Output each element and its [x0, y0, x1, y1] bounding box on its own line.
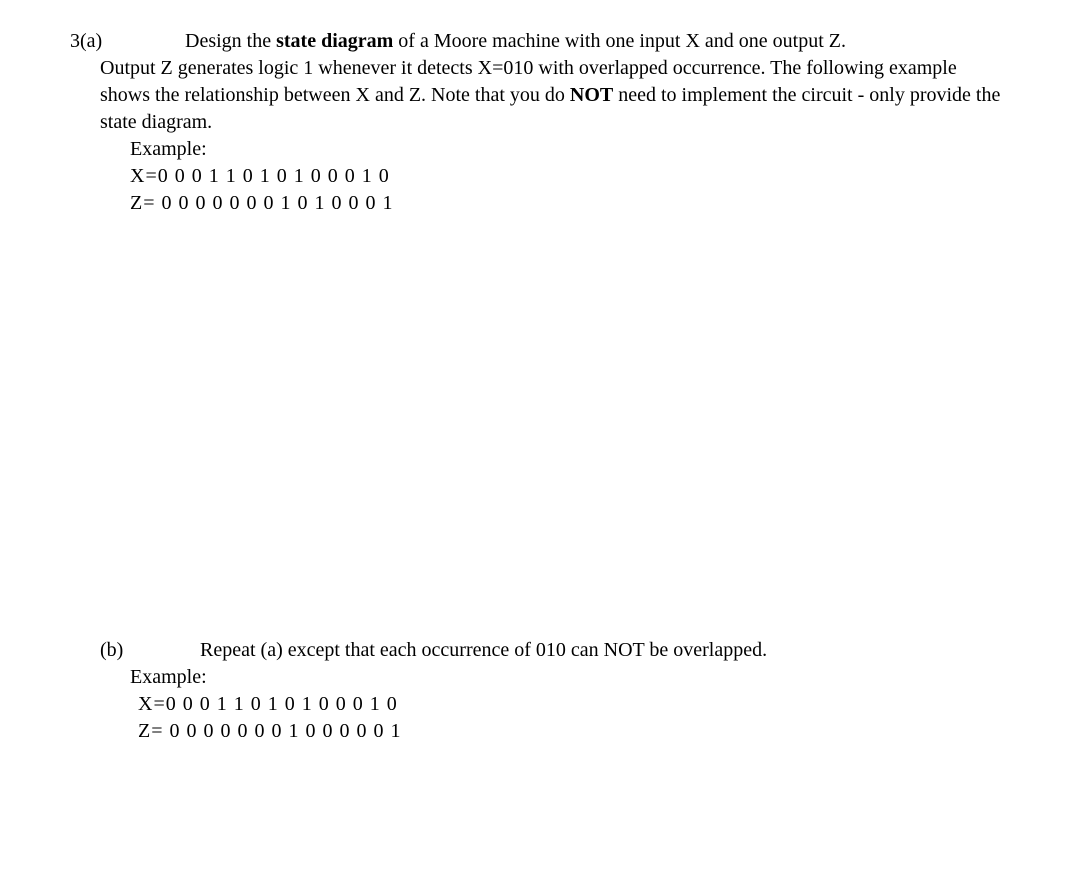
part-a-line1: 3(a)Design the state diagram of a Moore … [70, 28, 1007, 55]
part-a-label: 3(a) [70, 28, 185, 55]
part-a-body-bold: NOT [570, 84, 613, 106]
part-b-line1: (b)Repeat (a) except that each occurrenc… [100, 637, 1007, 664]
part-a-z-sequence: Z= 0 0 0 0 0 0 0 1 0 1 0 0 0 1 [130, 190, 1007, 217]
part-a-body: Output Z generates logic 1 whenever it d… [100, 55, 1007, 136]
part-a-line1-bold: state diagram [276, 30, 393, 52]
part-a-x-sequence: X=0 0 0 1 1 0 1 0 1 0 0 0 1 0 [130, 163, 1007, 190]
part-b-label: (b) [100, 637, 200, 664]
part-a-line1-pre: Design the [185, 30, 276, 52]
part-b-example-label: Example: [130, 664, 1007, 691]
part-b-z-sequence: Z= 0 0 0 0 0 0 0 1 0 0 0 0 0 1 [138, 718, 1007, 745]
part-a-example-label: Example: [130, 136, 1007, 163]
part-b-line1-text: Repeat (a) except that each occurrence o… [200, 639, 767, 661]
page: 3(a)Design the state diagram of a Moore … [0, 0, 1067, 745]
part-b: (b)Repeat (a) except that each occurrenc… [100, 637, 1007, 745]
part-a-line1-post: of a Moore machine with one input X and … [393, 30, 846, 52]
part-b-x-sequence: X=0 0 0 1 1 0 1 0 1 0 0 0 1 0 [138, 691, 1007, 718]
